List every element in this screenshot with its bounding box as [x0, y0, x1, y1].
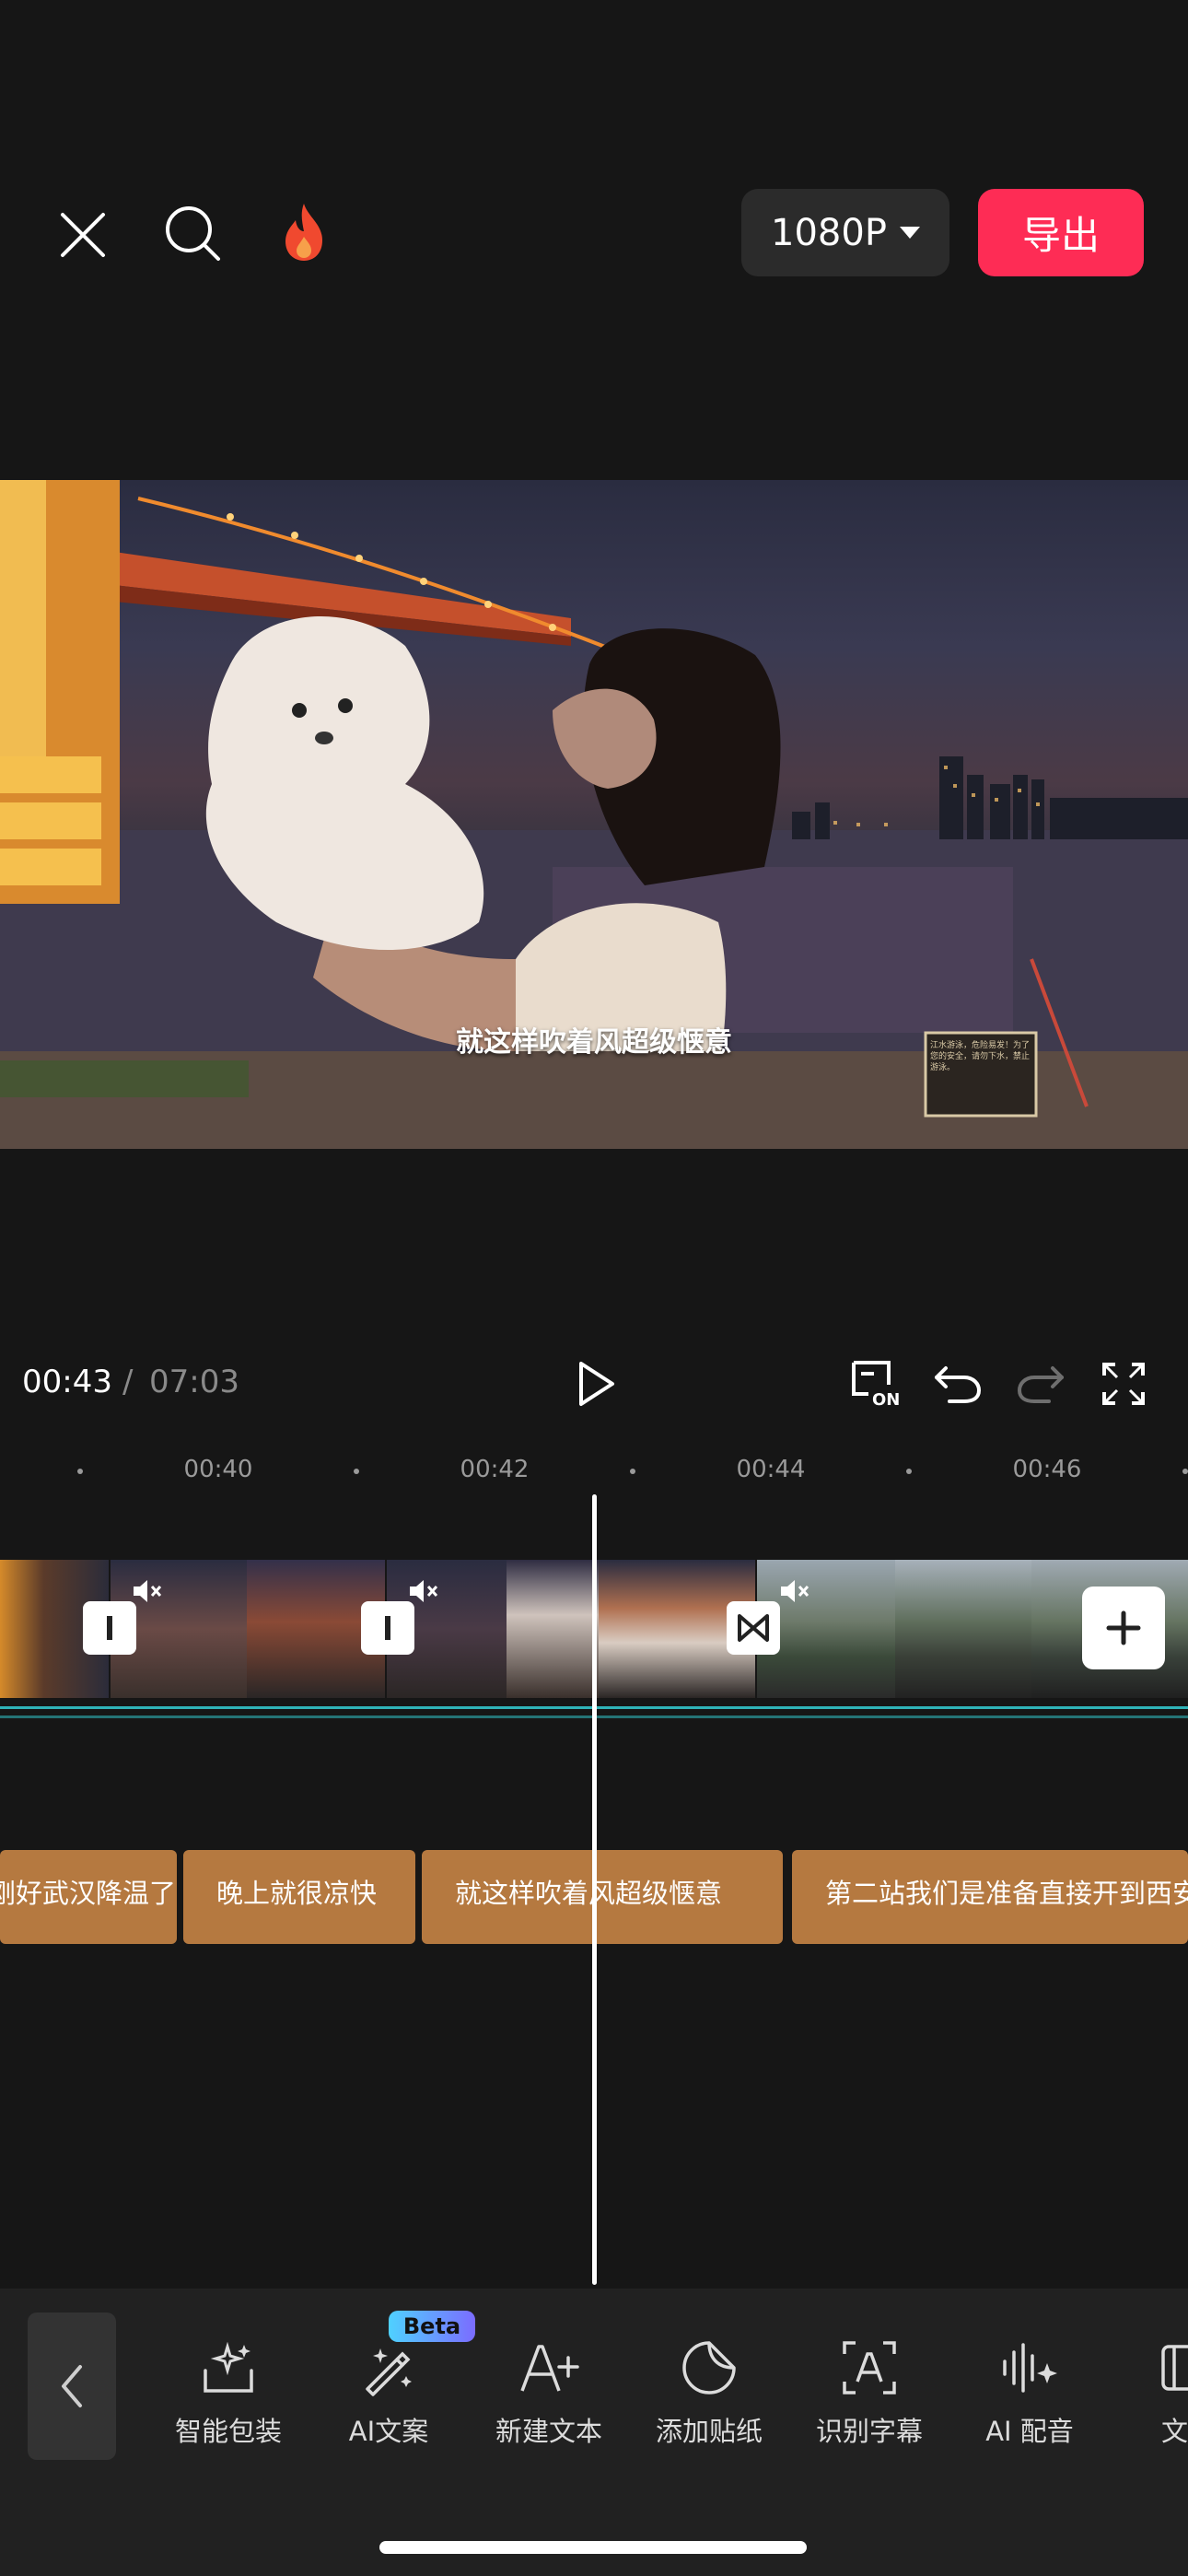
tool-label: AI 配音: [985, 2416, 1074, 2447]
clip-thumbnail[interactable]: [895, 1560, 1031, 1698]
chevron-left-icon: [62, 2365, 82, 2407]
tool-label: 文字: [1160, 2416, 1188, 2447]
magic-wand-icon: [366, 2348, 412, 2396]
cut-transition-icon: [385, 1616, 390, 1640]
back-button[interactable]: [28, 2313, 116, 2460]
ruler-label: 00:44: [736, 1456, 806, 1483]
redo-button[interactable]: [1011, 1357, 1070, 1411]
home-indicator: [379, 2541, 807, 2554]
redo-icon: [1017, 1366, 1064, 1403]
transition-button[interactable]: [727, 1601, 780, 1655]
tool-auto-captions[interactable]: 识别字幕: [791, 2331, 948, 2449]
text-clip-label: 第二站我们是准备直接开到西安: [825, 1878, 1188, 1909]
cut-transition-icon: [107, 1616, 112, 1640]
clip-thumbnail[interactable]: [507, 1560, 599, 1698]
search-button[interactable]: [161, 199, 226, 268]
bowtie-transition-icon: [738, 1614, 769, 1642]
tool-label: 新建文本: [495, 2416, 602, 2447]
mute-icon[interactable]: [779, 1578, 810, 1604]
tool-new-text[interactable]: 新建文本: [471, 2331, 627, 2449]
caption-on-icon: ON: [852, 1361, 900, 1409]
resolution-value: 1080P: [771, 211, 887, 254]
tool-ai-copywriting[interactable]: AI文案: [310, 2331, 467, 2449]
tool-label: 识别字幕: [815, 2416, 923, 2447]
tool-smart-package[interactable]: 智能包装: [150, 2331, 307, 2449]
sticker-icon: [682, 2341, 736, 2395]
text-template-icon: [1161, 2345, 1188, 2391]
beta-badge: Beta: [389, 2311, 475, 2342]
add-text-icon: [520, 2345, 579, 2392]
undo-icon: [935, 1366, 982, 1403]
tool-label: 添加贴纸: [655, 2416, 763, 2447]
tool-text-template[interactable]: 文字: [1110, 2331, 1188, 2449]
text-clip[interactable]: 就这样吹着风超级惬意: [422, 1850, 783, 1944]
transition-button[interactable]: [83, 1601, 136, 1655]
ruler-tick: [1182, 1469, 1188, 1474]
fullscreen-icon: [1102, 1363, 1145, 1405]
text-clip[interactable]: 第二站我们是准备直接开到西安: [792, 1850, 1188, 1944]
mute-icon[interactable]: [408, 1578, 439, 1604]
text-clip-label: 晚上就很凉快: [216, 1878, 378, 1909]
hot-trends-button[interactable]: [272, 197, 336, 266]
tool-label: AI文案: [348, 2416, 429, 2447]
current-time: 00:43: [22, 1364, 112, 1400]
caption-recognize-icon: [843, 2341, 896, 2395]
auto-caption-toggle[interactable]: ON: [847, 1357, 906, 1411]
play-button[interactable]: [566, 1354, 625, 1413]
ruler-tick: [630, 1469, 635, 1474]
text-clip-label: 就这样吹着风超级惬意: [455, 1878, 723, 1909]
close-button[interactable]: [51, 203, 115, 267]
ruler-tick: [354, 1469, 359, 1474]
search-icon: [166, 205, 220, 261]
close-icon: [61, 213, 105, 257]
ruler-label: 00:42: [460, 1456, 530, 1483]
export-button[interactable]: 导出: [978, 189, 1144, 276]
plus-icon: [1106, 1610, 1141, 1645]
text-clip[interactable]: 刚好武汉降温了: [0, 1850, 177, 1944]
resolution-dropdown[interactable]: 1080P: [741, 189, 949, 276]
tool-ai-voiceover[interactable]: AI 配音: [951, 2331, 1108, 2449]
flame-icon: [285, 203, 322, 261]
play-icon: [579, 1362, 614, 1406]
warning-sign-text: 江水游泳，危险易发！为了您的安全，请勿下水，禁止游泳。: [930, 1041, 1031, 1072]
playhead[interactable]: [592, 1494, 597, 2285]
ruler-label: 00:46: [1012, 1456, 1082, 1483]
tool-label: 智能包装: [174, 2416, 282, 2447]
svg-text:ON: ON: [872, 1390, 900, 1409]
fullscreen-button[interactable]: [1096, 1357, 1151, 1411]
add-clip-button[interactable]: [1082, 1587, 1165, 1669]
mute-icon[interactable]: [132, 1578, 163, 1604]
transition-button[interactable]: [361, 1601, 414, 1655]
ruler-label: 00:40: [183, 1456, 253, 1483]
undo-button[interactable]: [928, 1357, 987, 1411]
time-separator: /: [122, 1364, 134, 1400]
ai-voice-icon: [1003, 2343, 1057, 2393]
video-preview[interactable]: 就这样吹着风超级惬意 江水游泳，危险易发！为了您的安全，请勿下水，禁止游泳。: [0, 480, 1188, 1149]
chevron-down-icon: [899, 227, 920, 239]
tool-add-sticker[interactable]: 添加贴纸: [631, 2331, 787, 2449]
text-clip[interactable]: 晚上就很凉快: [183, 1850, 415, 1944]
total-duration: 07:03: [149, 1364, 239, 1400]
ruler-tick: [77, 1469, 83, 1474]
text-clip-label: 刚好武汉降温了: [0, 1878, 177, 1909]
sparkle-box-icon: [204, 2341, 253, 2393]
ruler-tick: [906, 1469, 912, 1474]
